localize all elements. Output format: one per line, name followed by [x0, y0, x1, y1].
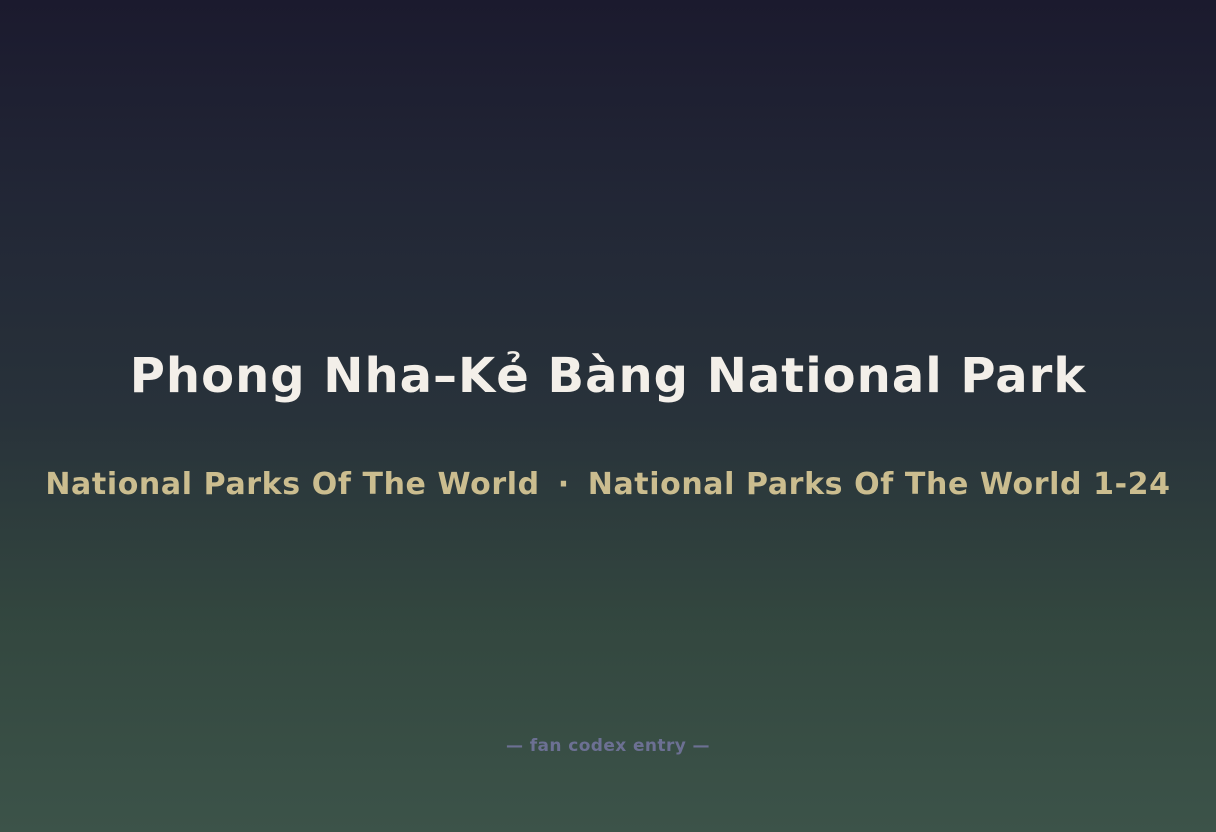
page-title: Phong Nha–Kẻ Bàng National Park: [129, 348, 1087, 404]
subtitle-series: National Parks Of The World: [45, 467, 540, 502]
subtitle-set: National Parks Of The World 1-24: [587, 467, 1171, 502]
footer-caption: — fan codex entry —: [506, 736, 710, 756]
subtitle: National Parks Of The World · National Par…: [0, 466, 1216, 504]
subtitle-separator: ·: [557, 467, 570, 502]
